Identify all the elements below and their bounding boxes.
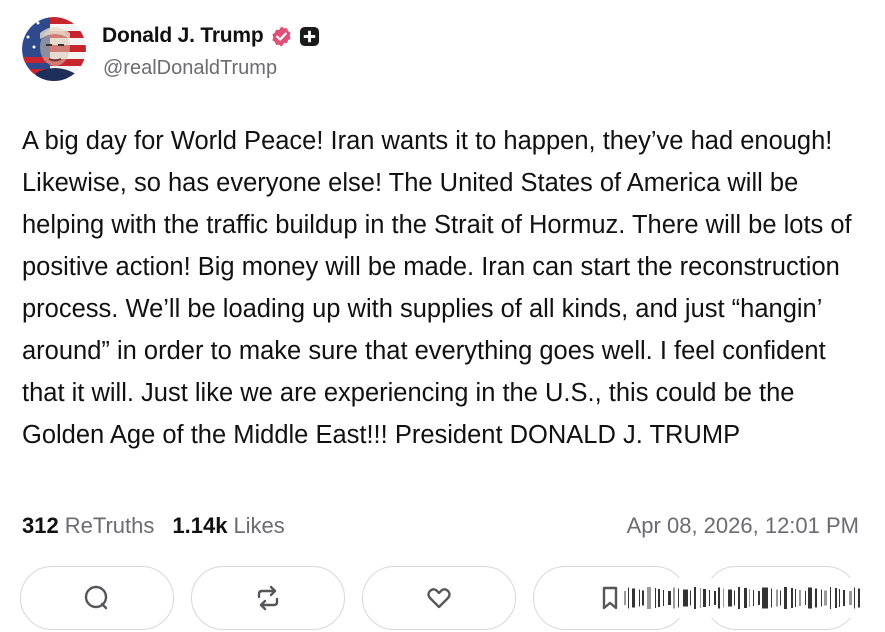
user-handle[interactable]: @realDonaldTrump (103, 57, 277, 80)
barcode-bar (791, 588, 793, 608)
barcode-bar (639, 589, 640, 607)
barcode-bar (843, 590, 845, 606)
likes-stat[interactable]: 1.14k Likes (172, 513, 284, 539)
barcode-bar (858, 588, 860, 608)
likes-label: Likes (233, 513, 285, 538)
barcode-bar (749, 589, 750, 607)
barcode-bar (678, 588, 679, 608)
truth-post: Donald J. Trump @realDonaldTrump A big d… (0, 0, 885, 631)
barcode-bar (658, 589, 660, 607)
post-timestamp[interactable]: Apr 08, 2026, 12:01 PM (627, 511, 859, 541)
barcode-bar (718, 587, 720, 609)
barcode-bar (784, 587, 787, 609)
barcode-bar (668, 591, 671, 605)
barcode-bar (830, 587, 831, 609)
retruth-button[interactable] (191, 566, 345, 630)
barcode-bar (694, 587, 696, 609)
retruths-stat[interactable]: 312 ReTruths (22, 513, 154, 539)
barcode-bar (762, 587, 768, 609)
reply-button[interactable] (20, 566, 174, 630)
barcode-bar (703, 589, 706, 607)
barcode-bar (849, 591, 852, 605)
verified-badge-icon (270, 25, 293, 48)
barcode-bar (673, 587, 675, 609)
barcode-bar (805, 591, 806, 605)
barcode-bar (723, 588, 724, 608)
barcode-bar (628, 587, 629, 609)
barcode-bar (663, 590, 664, 606)
barcode-bar (753, 590, 754, 606)
barcode-graphic (624, 587, 860, 609)
barcode-bar (821, 589, 822, 607)
barcode-bar (835, 588, 837, 608)
likes-count: 1.14k (172, 513, 228, 538)
barcode-bar (647, 587, 651, 609)
post-stats: 312 ReTruths 1.14k Likes (22, 511, 285, 541)
barcode-bar (758, 591, 760, 605)
barcode-bar (795, 589, 796, 607)
retruths-count: 312 (22, 513, 59, 538)
barcode-bar (728, 589, 732, 607)
avatar[interactable] (22, 17, 86, 81)
barcode-bar (700, 588, 701, 608)
barcode-bar (799, 590, 801, 606)
barcode-bar (642, 590, 644, 606)
barcode-bar (808, 587, 812, 609)
barcode-bar (854, 587, 855, 609)
barcode-bar (780, 590, 781, 606)
barcode-bar (714, 591, 716, 605)
name-row: Donald J. Trump (102, 23, 320, 49)
barcode-bar (744, 588, 747, 608)
barcode-bar (839, 589, 840, 607)
barcode-bar (738, 587, 740, 609)
avatar-image (22, 17, 86, 81)
barcode-bar (690, 590, 691, 606)
plus-badge-icon (299, 26, 320, 47)
barcode-watermark (620, 578, 870, 618)
post-header: Donald J. Trump @realDonaldTrump (22, 17, 622, 83)
comment-icon (84, 585, 108, 610)
barcode-bar (824, 590, 827, 606)
post-text: A big day for World Peace! Iran wants it… (22, 127, 852, 449)
barcode-bar (683, 589, 688, 607)
barcode-bar (624, 591, 626, 605)
barcode-bar (771, 588, 772, 608)
retruths-label: ReTruths (64, 513, 155, 538)
barcode-bar (709, 590, 710, 606)
barcode-bar (734, 590, 735, 606)
like-button[interactable] (362, 566, 516, 630)
barcode-bar (632, 588, 635, 608)
repost-icon (257, 585, 279, 611)
barcode-bar (815, 588, 817, 608)
display-name[interactable]: Donald J. Trump (102, 24, 264, 48)
heart-icon (427, 588, 451, 609)
barcode-bar (776, 589, 778, 607)
barcode-bar (655, 588, 656, 608)
